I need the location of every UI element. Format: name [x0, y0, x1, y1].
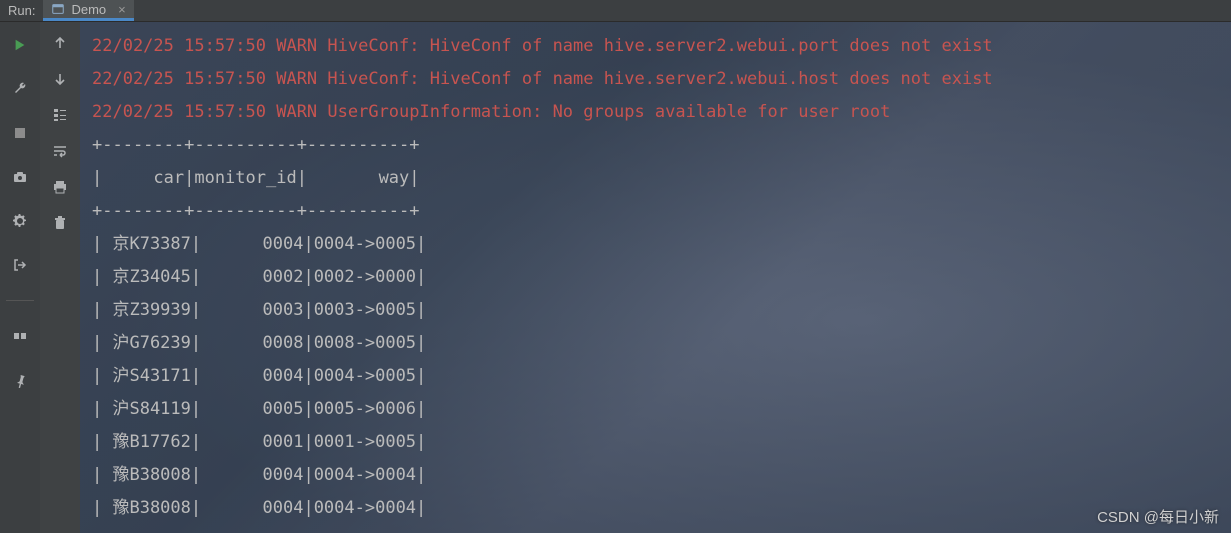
close-icon[interactable]: ×: [118, 2, 126, 17]
table-row: | 京Z39939| 0003|0003->0005|: [92, 294, 1231, 327]
table-row: | 豫B38008| 0004|0004->0004|: [92, 492, 1231, 525]
gear-icon[interactable]: [9, 210, 31, 232]
stop-button[interactable]: [9, 122, 31, 144]
run-label: Run:: [0, 3, 43, 18]
application-icon: [51, 2, 65, 16]
table-row: | 京Z34045| 0002|0002->0000|: [92, 261, 1231, 294]
table-row: | 沪S43171| 0004|0004->0005|: [92, 360, 1231, 393]
arrow-down-icon[interactable]: [49, 68, 71, 90]
table-header: | car|monitor_id| way|: [92, 162, 1231, 195]
tree-icon[interactable]: [49, 104, 71, 126]
table-row: | 沪G76239| 0008|0008->0005|: [92, 327, 1231, 360]
table-row: | 豫B38008| 0004|0004->0004|: [92, 459, 1231, 492]
pin-icon[interactable]: [9, 369, 31, 391]
console-warn-line: 22/02/25 15:57:50 WARN UserGroupInformat…: [92, 96, 1231, 129]
tab-label: Demo: [71, 2, 106, 17]
console-output[interactable]: 22/02/25 15:57:50 WARN HiveConf: HiveCon…: [80, 22, 1231, 533]
tab-demo[interactable]: Demo ×: [43, 0, 133, 21]
exit-icon[interactable]: [9, 254, 31, 276]
table-row: | 豫B17762| 0001|0001->0005|: [92, 426, 1231, 459]
console-warn-line: 22/02/25 15:57:50 WARN HiveConf: HiveCon…: [92, 63, 1231, 96]
left-gutter-inner: [40, 22, 80, 533]
left-gutter-outer: [0, 22, 40, 533]
divider: [6, 300, 34, 301]
wrench-icon[interactable]: [9, 78, 31, 100]
table-border: +--------+----------+----------+: [92, 129, 1231, 162]
table-row: | 沪S84119| 0005|0005->0006|: [92, 393, 1231, 426]
run-header: Run: Demo ×: [0, 0, 1231, 22]
console-warn-line: 22/02/25 15:57:50 WARN HiveConf: HiveCon…: [92, 30, 1231, 63]
wrap-icon[interactable]: [49, 140, 71, 162]
table-row: | 京K73387| 0004|0004->0005|: [92, 228, 1231, 261]
camera-icon[interactable]: [9, 166, 31, 188]
arrow-up-icon[interactable]: [49, 32, 71, 54]
table-border: +--------+----------+----------+: [92, 195, 1231, 228]
print-icon[interactable]: [49, 176, 71, 198]
watermark: CSDN @每日小新: [1097, 506, 1219, 527]
trash-icon[interactable]: [49, 212, 71, 234]
run-button[interactable]: [9, 34, 31, 56]
layout-icon[interactable]: [9, 325, 31, 347]
